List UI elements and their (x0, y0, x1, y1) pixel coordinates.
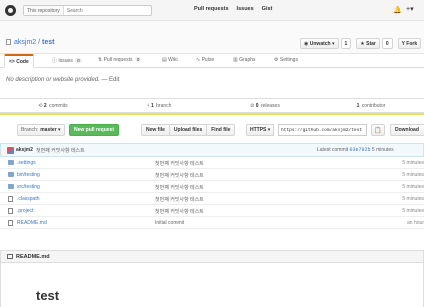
file-age: 5 minutes (402, 172, 424, 178)
readme-header: README.md (0, 250, 424, 263)
nav-issues[interactable]: Issues (237, 6, 254, 12)
file-name-link[interactable]: .settings (17, 160, 36, 166)
nav-gist[interactable]: Gist (262, 6, 273, 12)
table-row: .project 첫번째 커밋사항 테스트 5 minutes (0, 205, 424, 217)
file-commit-message[interactable]: 첫번째 커밋사항 테스트 (155, 160, 204, 167)
table-row: .classpath 첫번째 커밋사항 테스트 5 minutes (0, 193, 424, 205)
folder-icon (8, 172, 14, 177)
repo-action-buttons: ◉ Unwatch ▾ 1 ★ Star 0 Y Fork (300, 38, 422, 49)
book-icon (7, 254, 13, 259)
new-file-button[interactable]: New file (141, 124, 170, 136)
file-commit-message[interactable]: 첫번째 커밋사항 테스트 (155, 172, 204, 179)
watch-count[interactable]: 1 (340, 38, 352, 49)
create-new-icon[interactable]: +▾ (406, 5, 414, 13)
header-nav: Pull requests Issues Gist (194, 6, 272, 12)
numbers-summary: ⟲ 2 commits ᚼ 1 branch ⊘ 0 releases 1 co… (0, 98, 424, 113)
folder-icon (8, 160, 14, 165)
tab-code[interactable]: <> Code (4, 54, 34, 68)
download-button[interactable]: Download (390, 124, 424, 136)
tab-issues[interactable]: ⓘ Issues 0 (52, 57, 82, 64)
star-button[interactable]: ★ Star (356, 38, 380, 49)
avatar[interactable] (7, 146, 14, 154)
repo-title: aksjm2 / test (6, 39, 55, 46)
file-actions-group: New file Upload files Find file (141, 124, 236, 136)
file-age: 5 minutes (402, 160, 424, 166)
folder-icon (8, 184, 14, 189)
unwatch-button[interactable]: ◉ Unwatch ▾ (300, 38, 339, 49)
fork-button[interactable]: Y Fork (397, 38, 422, 49)
tab-pull-requests[interactable]: ⇅ Pull requests 0 (98, 57, 142, 63)
file-age: 5 minutes (402, 184, 424, 190)
contributors-summary[interactable]: 1 contributor (318, 99, 424, 112)
releases-summary[interactable]: ⊘ 0 releases (212, 99, 318, 112)
file-name-link[interactable]: bin/testing (17, 172, 40, 178)
file-commit-message[interactable]: 첫번째 커밋사항 테스트 (155, 196, 204, 203)
table-row: README.md Initial commit an hour (0, 217, 424, 229)
file-commit-message[interactable]: 첫번째 커밋사항 테스트 (155, 184, 204, 191)
tab-pulse[interactable]: ∿ Pulse (196, 57, 214, 63)
file-commit-message[interactable]: Initial commit (155, 220, 184, 226)
table-row: .settings 첫번째 커밋사항 테스트 5 minutes (0, 157, 424, 169)
top-navbar: This repository Pull requests Issues Gis… (0, 0, 424, 21)
repo-tabs: <> Code ⓘ Issues 0 ⇅ Pull requests 0 ▤ W… (0, 54, 424, 68)
file-name-link[interactable]: src/testing (17, 184, 40, 190)
file-name-link[interactable]: .classpath (17, 196, 40, 202)
file-name-link[interactable]: README.md (17, 220, 47, 226)
commit-message-link[interactable]: 첫번째 커밋사항 테스트 (36, 147, 85, 154)
repo-title-separator: / (38, 39, 41, 46)
tab-wiki[interactable]: ▤ Wiki (162, 57, 178, 63)
pull-requests-count: 0 (134, 57, 142, 62)
clone-url-input[interactable] (278, 124, 367, 136)
nav-pull-requests[interactable]: Pull requests (194, 6, 229, 12)
upload-files-button[interactable]: Upload files (168, 124, 208, 136)
latest-commit-info: Latest commit 03e792b 5 minutes (317, 147, 394, 153)
new-pull-request-button[interactable]: New pull request (69, 124, 120, 136)
repo-description: No description or website provided. — Ed… (6, 77, 120, 83)
readme-filename: README.md (16, 253, 50, 260)
clone-protocol-button[interactable]: HTTPS ▾ (246, 124, 275, 136)
file-icon (8, 196, 13, 202)
table-row: bin/testing 첫번째 커밋사항 테스트 5 minutes (0, 169, 424, 181)
find-file-button[interactable]: Find file (206, 124, 236, 136)
file-name-link[interactable]: .project (17, 208, 33, 214)
file-age: 5 minutes (402, 208, 424, 214)
commit-author-link[interactable]: aksjm2 (16, 147, 33, 153)
search-scope-label: This repository (24, 6, 64, 15)
tab-settings[interactable]: ⚙ Settings (274, 57, 298, 63)
notifications-bell-icon[interactable]: 🔔 (393, 6, 402, 14)
repo-name-link[interactable]: test (42, 39, 54, 46)
tab-graphs[interactable]: ▥ Graphs (233, 57, 256, 63)
site-search[interactable]: This repository (23, 5, 152, 16)
readme-title: test (36, 288, 60, 303)
file-navigation: Branch: master ▾ New pull request New fil… (0, 124, 424, 136)
file-list: .settings 첫번째 커밋사항 테스트 5 minutes bin/tes… (0, 157, 424, 229)
file-age: 5 minutes (402, 196, 424, 202)
branch-select-button[interactable]: Branch: master ▾ (17, 124, 65, 136)
file-icon (8, 208, 13, 214)
commits-summary[interactable]: ⟲ 2 commits (0, 99, 106, 112)
commit-sha-link[interactable]: 03e792b (350, 147, 371, 153)
edit-description-link[interactable]: — Edit (101, 77, 119, 83)
commit-tease: aksjm2 첫번째 커밋사항 테스트 Latest commit 03e792… (0, 143, 424, 157)
commit-age: 5 minutes (371, 147, 394, 153)
repo-book-icon (6, 39, 11, 45)
github-logo-icon[interactable] (5, 5, 16, 16)
repo-owner-link[interactable]: aksjm2 (14, 39, 36, 46)
search-input[interactable] (63, 7, 134, 14)
file-icon (8, 220, 13, 226)
table-row: src/testing 첫번째 커밋사항 테스트 5 minutes (0, 181, 424, 193)
file-age: an hour (407, 220, 424, 226)
file-commit-message[interactable]: 첫번째 커밋사항 테스트 (155, 208, 204, 215)
readme-body: test (0, 263, 424, 307)
language-bar (0, 113, 424, 115)
clipboard-icon[interactable]: 📋 (371, 124, 385, 136)
repo-header: aksjm2 / test ◉ Unwatch ▾ 1 ★ Star 0 Y F… (0, 21, 424, 54)
star-count[interactable]: 0 (381, 38, 393, 49)
issues-count: 0 (75, 58, 82, 63)
branch-summary[interactable]: ᚼ 1 branch (106, 99, 212, 112)
